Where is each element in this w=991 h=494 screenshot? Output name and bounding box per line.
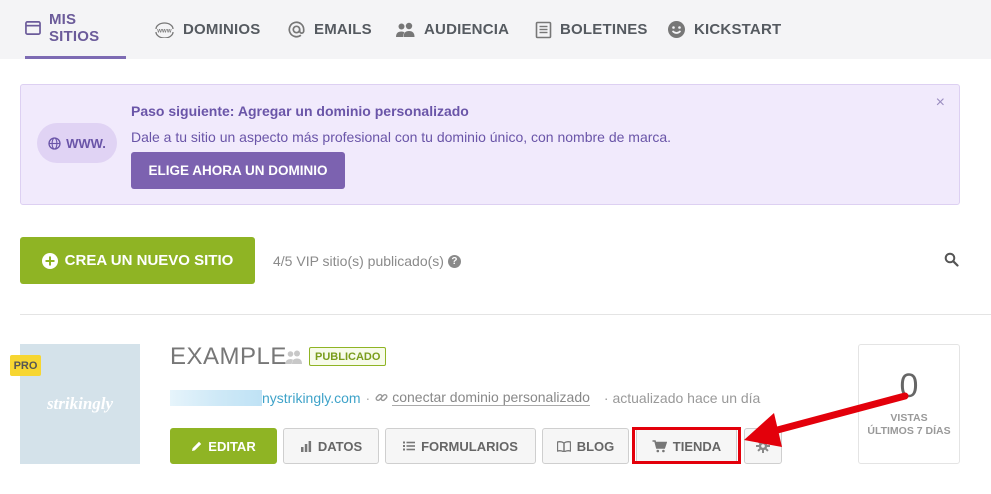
views-label-line2: ÚLTIMOS 7 DÍAS: [867, 425, 951, 437]
at-icon: [288, 21, 305, 38]
store-button-label: TIENDA: [672, 438, 722, 454]
site-name[interactable]: EXAMPLE: [170, 343, 287, 371]
gear-icon: [756, 439, 770, 453]
nav-tab-audiencia[interactable]: AUDIENCIA: [395, 0, 509, 59]
edit-button-label: EDITAR: [208, 438, 256, 454]
nav-tab-mis-sitios[interactable]: MIS SITIOS: [25, 0, 126, 59]
nav-tab-label: MIS SITIOS: [48, 11, 100, 45]
data-button-label: DATOS: [317, 438, 363, 454]
strikingly-logo: strikingly: [46, 394, 114, 413]
separator: ·: [365, 389, 371, 406]
nav-tab-label: BOLETINES: [560, 21, 648, 38]
section-divider: [20, 314, 991, 315]
collaborators-icon[interactable]: [284, 349, 304, 370]
link-icon: [375, 393, 388, 402]
list-icon: [403, 441, 416, 451]
settings-button[interactable]: [744, 428, 782, 464]
help-icon[interactable]: ?: [447, 254, 461, 268]
nav-tab-label: EMAILS: [314, 21, 372, 38]
shopping-cart-icon: [652, 439, 667, 452]
smiley-icon: [668, 21, 685, 38]
banner-title: Paso siguiente: Agregar un dominio perso…: [131, 103, 469, 119]
store-button[interactable]: TIENDA: [636, 428, 737, 464]
create-new-site-label: CREA UN NUEVO SITIO: [64, 252, 234, 269]
newsletter-icon: [535, 21, 552, 38]
views-count: 0: [899, 367, 919, 405]
nav-tab-dominios[interactable]: www DOMINIOS: [154, 0, 260, 59]
blog-button-label: BLOG: [576, 438, 615, 454]
nav-tab-emails[interactable]: EMAILS: [287, 0, 372, 59]
data-button[interactable]: DATOS: [283, 428, 379, 464]
nav-tab-label: AUDIENCIA: [424, 21, 510, 38]
choose-domain-button[interactable]: ELIGE AHORA UN DOMINIO: [131, 152, 345, 189]
browser-window-icon: [25, 21, 41, 35]
nav-tab-label: DOMINIOS: [183, 21, 261, 38]
close-icon[interactable]: ×: [936, 94, 945, 112]
last-updated-text: · actualizado hace un día: [603, 389, 761, 406]
nav-tab-kickstart[interactable]: KICKSTART: [667, 0, 781, 59]
vip-sites-count: 4/5 VIP sitio(s) publicado(s) ?: [273, 253, 461, 269]
connect-custom-domain-link[interactable]: conectar dominio personalizado: [392, 389, 590, 406]
pro-badge: PRO: [10, 355, 41, 376]
open-book-icon: [556, 440, 571, 452]
edit-button[interactable]: EDITAR: [170, 428, 277, 464]
forms-button[interactable]: FORMULARIOS: [385, 428, 536, 464]
create-new-site-button[interactable]: CREA UN NUEVO SITIO: [20, 237, 255, 284]
pencil-icon: [192, 441, 202, 451]
blog-button[interactable]: BLOG: [542, 428, 629, 464]
views-label: VISTAS ÚLTIMOS 7 DÍAS: [859, 412, 959, 438]
site-url-link[interactable]: nystrikingly.com: [262, 390, 361, 406]
www-pill-label: WWW.: [66, 135, 106, 151]
globe-icon: [48, 136, 61, 150]
site-url-row: nystrikingly.com · conectar dominio pers…: [170, 389, 760, 406]
www-pill: WWW.: [37, 123, 117, 163]
top-navigation: MIS SITIOS www DOMINIOS EMAILS AUDIENCIA…: [0, 0, 991, 59]
plus-circle-icon: [41, 252, 58, 269]
status-badge: PUBLICADO: [309, 347, 387, 366]
www-icon-text: www: [156, 28, 172, 34]
vip-sites-text: 4/5 VIP sitio(s) publicado(s): [273, 253, 444, 269]
views-label-line1: VISTAS: [890, 412, 928, 424]
forms-button-label: FORMULARIOS: [421, 438, 518, 454]
nav-tab-label: KICKSTART: [694, 21, 782, 38]
nav-tab-boletines[interactable]: BOLETINES: [535, 0, 648, 59]
redacted-url-prefix: [170, 389, 262, 406]
search-icon[interactable]: [944, 252, 959, 272]
www-icon: www: [155, 21, 174, 38]
bar-chart-icon: [300, 440, 311, 452]
custom-domain-banner: WWW. Paso siguiente: Agregar un dominio …: [20, 84, 960, 205]
banner-text: Dale a tu sitio un aspecto más profesion…: [131, 129, 672, 145]
users-icon: [396, 22, 415, 37]
views-stats-box[interactable]: 0 VISTAS ÚLTIMOS 7 DÍAS: [858, 344, 960, 464]
